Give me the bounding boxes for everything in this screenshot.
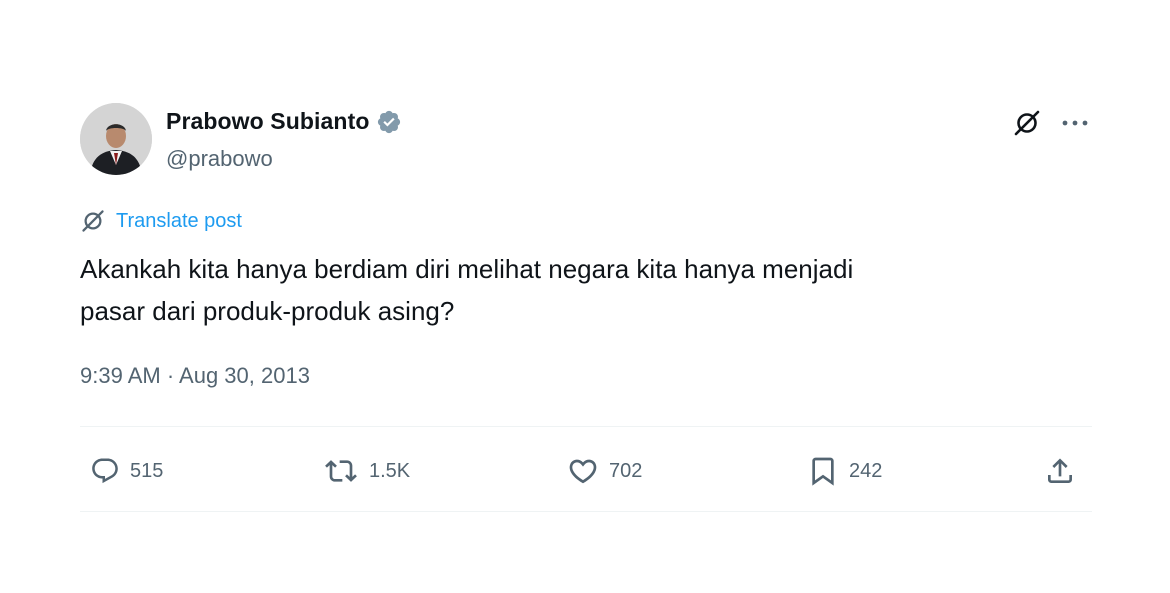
bookmark-count: 242 <box>849 459 883 482</box>
repost-button[interactable]: 1.5K <box>323 448 410 494</box>
post-text: Akankah kita hanya berdiam diri melihat … <box>80 254 854 326</box>
reply-icon <box>92 458 118 484</box>
more-icon <box>1062 120 1088 126</box>
more-options-button[interactable] <box>1058 108 1092 138</box>
user-handle[interactable]: @prabowo <box>166 146 273 172</box>
avatar[interactable] <box>80 103 152 175</box>
reply-button[interactable]: 515 <box>90 448 163 494</box>
tweet-card: Prabowo Subianto @prabowo Translate post… <box>0 0 1170 593</box>
post-timestamp[interactable]: 9:39 AM · Aug 30, 2013 <box>80 363 310 389</box>
action-bar: 515 1.5K 702 242 <box>80 448 1092 494</box>
like-count: 702 <box>609 459 643 482</box>
grok-button[interactable] <box>1010 106 1044 140</box>
repost-count: 1.5K <box>369 459 411 482</box>
bookmark-icon <box>812 457 834 486</box>
divider-top <box>80 426 1092 427</box>
grok-icon <box>82 210 104 232</box>
repost-icon <box>325 460 357 482</box>
bookmark-button[interactable]: 242 <box>807 448 882 494</box>
reply-count: 515 <box>130 459 164 482</box>
author-name-row: Prabowo Subianto <box>166 108 402 135</box>
verified-badge-icon <box>376 109 402 135</box>
translate-post-link[interactable]: Translate post <box>80 208 242 234</box>
share-icon <box>1048 458 1072 483</box>
display-name[interactable]: Prabowo Subianto <box>166 108 370 135</box>
divider-bottom <box>80 511 1092 512</box>
like-icon <box>569 459 597 484</box>
like-button[interactable]: 702 <box>567 448 642 494</box>
grok-icon <box>1014 110 1040 136</box>
avatar-image <box>80 103 152 175</box>
translate-post-label: Translate post <box>116 209 242 232</box>
share-button[interactable] <box>1044 448 1076 494</box>
